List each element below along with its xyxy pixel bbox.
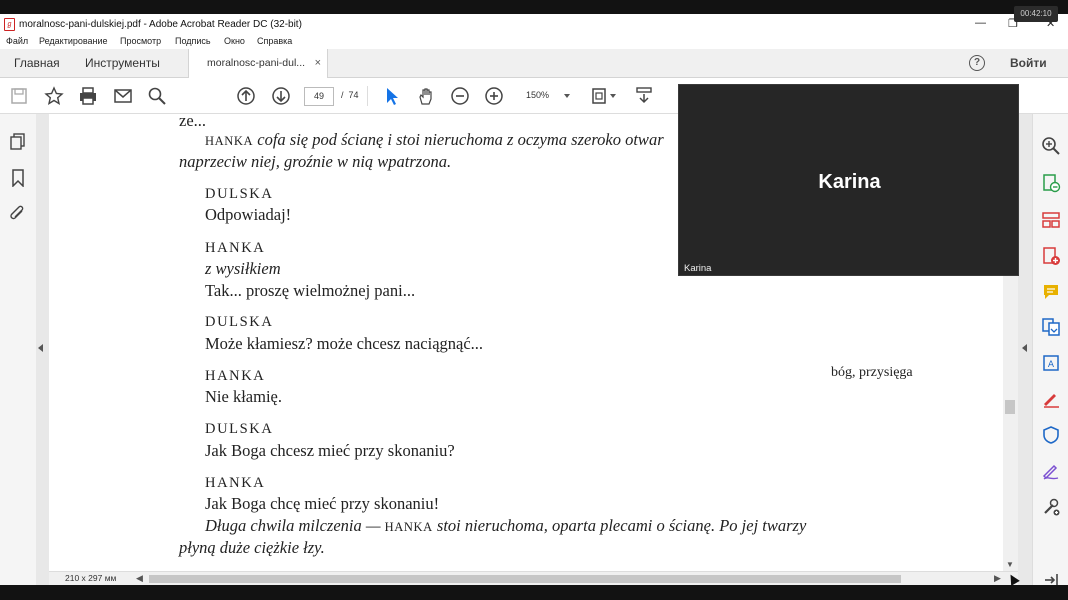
dialogue-line: Odpowiadaj! (205, 205, 292, 224)
margin-note: bóg, przysięga (831, 365, 913, 380)
bookmark-icon[interactable] (10, 169, 26, 187)
acrobat-window: ℊ moralnosc-pani-dulskiej.pdf - Adobe Ac… (0, 14, 1068, 585)
hand-icon[interactable] (416, 86, 436, 106)
expand-left-panel-arrow-icon[interactable] (38, 344, 43, 352)
scroll-right-arrow-icon[interactable]: ▶ (994, 573, 1001, 584)
attachment-icon[interactable] (9, 205, 27, 223)
edit-pdf-icon[interactable]: A (1041, 353, 1061, 373)
collapse-right-panel-arrow-icon[interactable] (1022, 344, 1027, 352)
organize-pages-icon[interactable] (1041, 210, 1061, 230)
toolbar-divider (367, 86, 368, 106)
minimize-button[interactable]: — (975, 17, 986, 29)
fit-page-icon[interactable] (590, 86, 618, 106)
print-icon[interactable] (78, 86, 98, 106)
menu-sign[interactable]: Подпись (175, 36, 211, 46)
status-bar: 210 x 297 мм ◀ ▶ (49, 571, 1018, 585)
stage-direction-text: cofa się pod ścianę i stoi nieruchoma z … (253, 130, 664, 149)
close-tab-button[interactable]: × (315, 49, 321, 77)
bottom-black-bar (0, 585, 1068, 600)
chevron-down-icon (564, 94, 570, 98)
comment-icon[interactable] (1041, 282, 1061, 302)
clock-overlay: 00:42:10 (1014, 6, 1058, 22)
zoom-select[interactable]: 150% (514, 87, 574, 104)
text-fragment: ze... (179, 114, 207, 130)
dialogue-line: Może kłamiesz? może chcesz naciągnąć... (205, 334, 484, 353)
page-down-icon[interactable] (271, 86, 291, 106)
page-size-label: 210 x 297 мм (65, 573, 117, 583)
fill-sign-icon[interactable] (1041, 389, 1061, 409)
save-icon[interactable] (9, 86, 29, 106)
right-tools-panel: A (1032, 114, 1068, 585)
tab-home[interactable]: Главная (14, 49, 60, 77)
dialogue-line: Jak Boga chcę mieć przy skonaniu! (205, 494, 440, 513)
create-pdf-icon[interactable] (1041, 246, 1061, 266)
page-up-icon[interactable] (236, 86, 256, 106)
acrobat-app-icon: ℊ (4, 18, 15, 31)
stage-direction-line2: naprzeciw niej, groźnie w nią wpatrzona. (179, 152, 452, 171)
speaker-name: DULSKA (205, 186, 274, 202)
top-black-bar (0, 0, 1068, 14)
menu-bar: Файл Редактирование Просмотр Подпись Окн… (0, 35, 1068, 49)
menu-file[interactable]: Файл (6, 36, 28, 46)
scroll-left-arrow-icon[interactable]: ◀ (136, 573, 143, 584)
stage-direction: Długa chwila milczenia — HANKA stoi nier… (205, 516, 806, 536)
svg-text:A: A (1048, 360, 1055, 370)
protect-icon[interactable] (1041, 425, 1061, 445)
zoom-value: 150% (526, 90, 550, 100)
stage-direction-text: Długa chwila milczenia — (205, 516, 385, 535)
zoom-in-icon[interactable] (484, 86, 504, 106)
horizontal-scroll-thumb[interactable] (149, 575, 901, 583)
help-icon[interactable]: ? (969, 55, 985, 71)
select-cursor-icon[interactable] (382, 86, 402, 106)
zoom-tool-icon[interactable] (1041, 136, 1061, 156)
page-thumbnails-icon[interactable] (9, 132, 27, 150)
scroll-mode-icon[interactable] (634, 86, 654, 106)
stage-direction-line2: płyną duże ciężkie łzy. (179, 538, 325, 557)
participant-label: Karina (684, 263, 712, 274)
tab-document[interactable]: moralnosc-pani-dul... × (188, 49, 328, 78)
dialogue-line: Nie kłamię. (205, 387, 282, 406)
mail-icon[interactable] (113, 86, 133, 106)
tab-tools[interactable]: Инструменты (85, 49, 160, 77)
tab-document-label: moralnosc-pani-dul... (207, 57, 306, 69)
dialogue-line: Jak Boga chcesz mieć przy skonaniu? (205, 441, 455, 460)
title-bar: ℊ moralnosc-pani-dulskiej.pdf - Adobe Ac… (0, 14, 1068, 35)
more-tools-icon[interactable] (1041, 497, 1061, 517)
menu-help[interactable]: Справка (257, 36, 292, 46)
page-separator: / (341, 90, 344, 100)
speaker-name: HANKA (205, 368, 266, 384)
login-button[interactable]: Войти (1010, 49, 1047, 77)
scroll-down-arrow-icon[interactable]: ▼ (1006, 560, 1014, 569)
collapse-panel-icon[interactable] (1041, 570, 1061, 585)
menu-edit[interactable]: Редактирование (39, 36, 108, 46)
menu-window[interactable]: Окно (224, 36, 245, 46)
window-title: moralnosc-pani-dulskiej.pdf - Adobe Acro… (19, 19, 302, 30)
dialogue-line: Tak... proszę wielmożnej pani... (205, 281, 416, 300)
star-icon[interactable] (44, 86, 64, 106)
tab-bar: Главная Инструменты moralnosc-pani-dul..… (0, 49, 1068, 78)
speaker-name: HANKA (205, 240, 266, 256)
speaker-name: HANKA (205, 475, 266, 491)
page-number-input[interactable]: 49 (304, 87, 334, 106)
stage-direction: z wysiłkiem (205, 259, 281, 278)
stage-speaker: HANKA (384, 520, 433, 534)
zoom-out-icon[interactable] (450, 86, 470, 106)
stage-direction-text: stoi nieruchoma, oparta plecami o ścianę… (432, 516, 807, 535)
stage-direction: HANKA cofa się pod ścianę i stoi nieruch… (205, 130, 664, 150)
video-call-overlay[interactable]: Karina Karina (678, 84, 1019, 276)
speaker-name: DULSKA (205, 314, 274, 330)
export-pdf-icon[interactable] (1041, 173, 1061, 193)
vertical-scroll-thumb[interactable] (1005, 400, 1015, 414)
left-navigation-panel (0, 114, 37, 585)
stage-speaker: HANKA (205, 134, 254, 148)
menu-view[interactable]: Просмотр (120, 36, 161, 46)
search-icon[interactable] (147, 86, 167, 106)
participant-name: Karina (818, 171, 881, 193)
page-total-count: 74 (348, 90, 359, 100)
speaker-name: DULSKA (205, 421, 274, 437)
page-total: / 74 (332, 87, 359, 104)
sign-icon[interactable] (1041, 461, 1061, 481)
combine-files-icon[interactable] (1041, 317, 1061, 337)
